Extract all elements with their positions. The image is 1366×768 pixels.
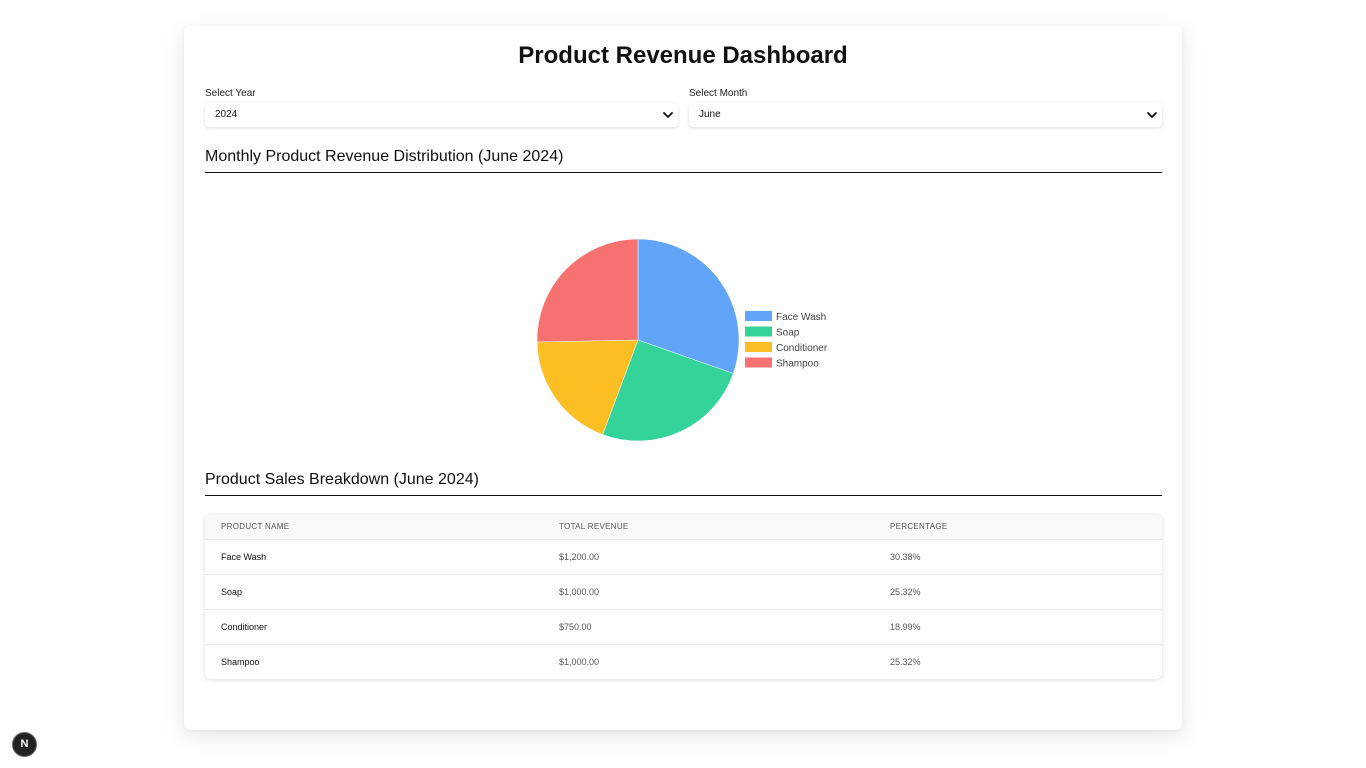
column-header: Product Name <box>221 521 290 531</box>
year-select[interactable]: 2024 <box>205 103 678 127</box>
chevron-down-icon <box>663 112 673 118</box>
product-name-cell: Face Wash <box>205 538 543 574</box>
chevron-down-icon <box>1147 112 1157 118</box>
month-select-label: Select Month <box>689 88 748 99</box>
column-header: Percentage <box>890 521 948 531</box>
table-row: Face Wash $1,200.00 30.38% <box>205 538 1162 574</box>
product-name-cell: Soap <box>205 573 543 609</box>
percentage-cell: 18.99% <box>874 608 1162 644</box>
year-select-value: 2024 <box>215 109 238 120</box>
column-header: Total Revenue <box>559 521 629 531</box>
year-filter: Select Year 2024 <box>205 88 678 127</box>
table-row: Shampoo $1,000.00 25.32% <box>205 643 1162 679</box>
dashboard-card: Product Revenue Dashboard Select Year 20… <box>184 26 1182 730</box>
month-select-value: June <box>699 109 721 120</box>
page-title: Product Revenue Dashboard <box>518 42 848 69</box>
chart-section-title: Monthly Product Revenue Distribution (Ju… <box>205 148 1162 173</box>
legend-swatch <box>745 326 772 337</box>
product-name-cell: Shampoo <box>205 643 543 679</box>
percentage-cell: 30.38% <box>874 538 1162 574</box>
legend-swatch <box>745 311 772 321</box>
year-select-label: Select Year <box>205 88 256 99</box>
revenue-cell: $1,000.00 <box>543 573 874 609</box>
product-name-cell: Conditioner <box>205 608 543 644</box>
legend-label: Conditioner <box>776 343 828 354</box>
revenue-cell: $750.00 <box>543 608 874 644</box>
percentage-cell: 25.32% <box>874 573 1162 609</box>
revenue-cell: $1,200.00 <box>543 538 874 574</box>
pie-chart-container: Face Wash Soap Conditioner Shampoo <box>205 186 1162 456</box>
sales-table-container: Product Name Total Revenue Percentage Fa… <box>205 514 1162 679</box>
nextjs-dev-badge[interactable]: N <box>12 732 37 757</box>
legend-label: Soap <box>776 328 800 339</box>
legend-swatch <box>745 357 772 368</box>
month-filter: Select Month June <box>689 88 1162 127</box>
legend-label: Shampoo <box>776 359 819 370</box>
month-select[interactable]: June <box>689 103 1162 127</box>
pie-slice-shampoo[interactable] <box>536 238 639 343</box>
pie-chart: Face Wash Soap Conditioner Shampoo <box>536 238 828 442</box>
sales-table: Product Name Total Revenue Percentage Fa… <box>205 514 1162 679</box>
revenue-cell: $1,000.00 <box>543 643 874 679</box>
table-header-row: Product Name Total Revenue Percentage <box>205 514 1162 539</box>
table-row: Conditioner $750.00 18.99% <box>205 608 1162 644</box>
legend-swatch <box>745 342 772 352</box>
percentage-cell: 25.32% <box>874 643 1162 679</box>
legend-label: Face Wash <box>776 312 826 323</box>
table-row: Soap $1,000.00 25.32% <box>205 573 1162 609</box>
table-section-title: Product Sales Breakdown (June 2024) <box>205 471 1162 496</box>
